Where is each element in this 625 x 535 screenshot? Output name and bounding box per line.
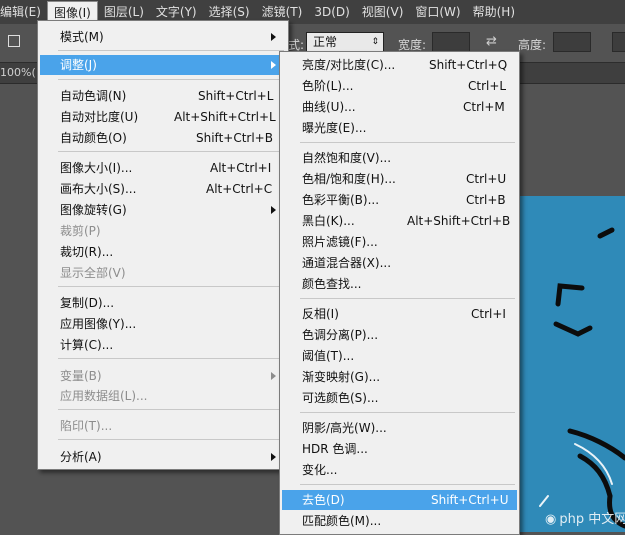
menu-item-auto-color[interactable]: 自动颜色(O) Shift+Ctrl+B bbox=[40, 128, 286, 148]
menu-item-image-size[interactable]: 图像大小(I)... Alt+Ctrl+I bbox=[40, 158, 286, 178]
menu-item-invert[interactable]: 反相(I) Ctrl+I bbox=[282, 304, 517, 324]
submenu-arrow-icon bbox=[271, 61, 276, 69]
select-arrows-icon: ⇕ bbox=[371, 37, 379, 47]
menu-item-hue-saturation[interactable]: 色相/饱和度(H)... Ctrl+U bbox=[282, 169, 517, 189]
menu-item-shadows-highlights[interactable]: 阴影/高光(W)... bbox=[282, 418, 517, 438]
menu-item-reveal-all: 显示全部(V) bbox=[60, 266, 126, 280]
menu-separator bbox=[58, 439, 284, 440]
menu-item-trim[interactable]: 裁切(R)... bbox=[40, 242, 286, 262]
style-select-value: 正常 bbox=[313, 35, 338, 49]
menu-item-match-color[interactable]: 匹配颜色(M)... bbox=[282, 511, 517, 531]
menu-item-duplicate[interactable]: 复制(D)... bbox=[40, 293, 286, 313]
menu-view[interactable]: 视图(V) bbox=[356, 1, 410, 23]
marquee-tool-icon[interactable] bbox=[8, 35, 20, 47]
refine-button[interactable] bbox=[612, 32, 625, 52]
menu-item-desaturate[interactable]: 去色(D) Shift+Ctrl+U bbox=[282, 490, 517, 510]
menu-item-photo-filter[interactable]: 照片滤镜(F)... bbox=[282, 232, 517, 252]
menu-separator bbox=[58, 151, 284, 152]
php-logo-icon: ◉ bbox=[545, 512, 557, 527]
watermark-text: php 中文网 bbox=[559, 512, 625, 527]
menu-item-selective-color[interactable]: 可选颜色(S)... bbox=[282, 388, 517, 408]
adjustments-submenu: 亮度/对比度(C)... Shift+Ctrl+Q 色阶(L)... Ctrl+… bbox=[279, 51, 520, 535]
menu-item-canvas-size[interactable]: 画布大小(S)... Alt+Ctrl+C bbox=[40, 179, 286, 199]
menu-item-color-balance[interactable]: 色彩平衡(B)... Ctrl+B bbox=[282, 190, 517, 210]
menu-item-crop: 裁剪(P) bbox=[60, 224, 101, 238]
menu-separator bbox=[58, 79, 284, 80]
canvas-artwork bbox=[539, 227, 625, 529]
watermark: ◉ php 中文网 bbox=[545, 508, 625, 527]
menu-item-threshold[interactable]: 阈值(T)... bbox=[282, 346, 517, 366]
menu-separator bbox=[300, 484, 515, 485]
menu-item-posterize[interactable]: 色调分离(P)... bbox=[282, 325, 517, 345]
submenu-arrow-icon bbox=[271, 206, 276, 214]
menu-separator bbox=[58, 286, 284, 287]
menu-item-variations[interactable]: 变化... bbox=[282, 460, 517, 480]
menu-item-image-rotation[interactable]: 图像旋转(G) bbox=[40, 200, 286, 220]
submenu-arrow-icon bbox=[271, 453, 276, 461]
document-tab-zoom[interactable]: 100%( bbox=[0, 66, 36, 79]
menu-item-hdr-toning[interactable]: HDR 色调... bbox=[282, 439, 517, 459]
menu-item-trap: 陷印(T)... bbox=[60, 419, 113, 433]
menu-item-black-white[interactable]: 黑白(K)... Alt+Shift+Ctrl+B bbox=[282, 211, 517, 231]
menu-item-channel-mixer[interactable]: 通道混合器(X)... bbox=[282, 253, 517, 273]
menu-separator bbox=[300, 298, 515, 299]
menu-item-color-lookup[interactable]: 颜色查找... bbox=[282, 274, 517, 294]
menu-item-vibrance[interactable]: 自然饱和度(V)... bbox=[282, 148, 517, 168]
menu-item-variables: 变量(B) bbox=[40, 366, 286, 386]
submenu-arrow-icon bbox=[271, 372, 276, 380]
menu-item-calculations[interactable]: 计算(C)... bbox=[40, 335, 286, 355]
menu-separator bbox=[58, 409, 284, 410]
width-input[interactable] bbox=[432, 32, 470, 52]
menu-item-levels[interactable]: 色阶(L)... Ctrl+L bbox=[282, 76, 517, 96]
menu-item-brightness-contrast[interactable]: 亮度/对比度(C)... Shift+Ctrl+Q bbox=[282, 55, 517, 75]
menu-item-adjustments[interactable]: 调整(J) bbox=[40, 55, 286, 75]
menu-separator bbox=[58, 50, 284, 51]
menu-separator bbox=[300, 142, 515, 143]
image-menu: 模式(M) 调整(J) 自动色调(N) Shift+Ctrl+L 自动对比度(U… bbox=[37, 20, 289, 470]
menu-item-exposure[interactable]: 曝光度(E)... bbox=[282, 118, 517, 138]
menu-item-curves[interactable]: 曲线(U)... Ctrl+M bbox=[282, 97, 517, 117]
menu-item-auto-tone[interactable]: 自动色调(N) Shift+Ctrl+L bbox=[40, 86, 286, 106]
height-input[interactable] bbox=[553, 32, 591, 52]
menu-item-analysis[interactable]: 分析(A) bbox=[40, 447, 286, 467]
menu-separator bbox=[300, 412, 515, 413]
style-select[interactable]: 正常 ⇕ bbox=[306, 32, 384, 52]
menu-help[interactable]: 帮助(H) bbox=[467, 1, 521, 23]
menu-3d[interactable]: 3D(D) bbox=[308, 1, 355, 23]
menu-item-apply-data-set: 应用数据组(L)... bbox=[60, 389, 148, 403]
menu-item-apply-image[interactable]: 应用图像(Y)... bbox=[40, 314, 286, 334]
menu-item-auto-contrast[interactable]: 自动对比度(U) Alt+Shift+Ctrl+L bbox=[40, 107, 286, 127]
menu-separator bbox=[58, 358, 284, 359]
menu-item-mode[interactable]: 模式(M) bbox=[40, 27, 286, 47]
canvas-image[interactable] bbox=[520, 196, 625, 532]
swap-icon[interactable]: ⇄ bbox=[486, 34, 497, 49]
menu-window[interactable]: 窗口(W) bbox=[409, 1, 466, 23]
submenu-arrow-icon bbox=[271, 33, 276, 41]
menu-item-gradient-map[interactable]: 渐变映射(G)... bbox=[282, 367, 517, 387]
height-label: 高度: bbox=[518, 38, 547, 52]
